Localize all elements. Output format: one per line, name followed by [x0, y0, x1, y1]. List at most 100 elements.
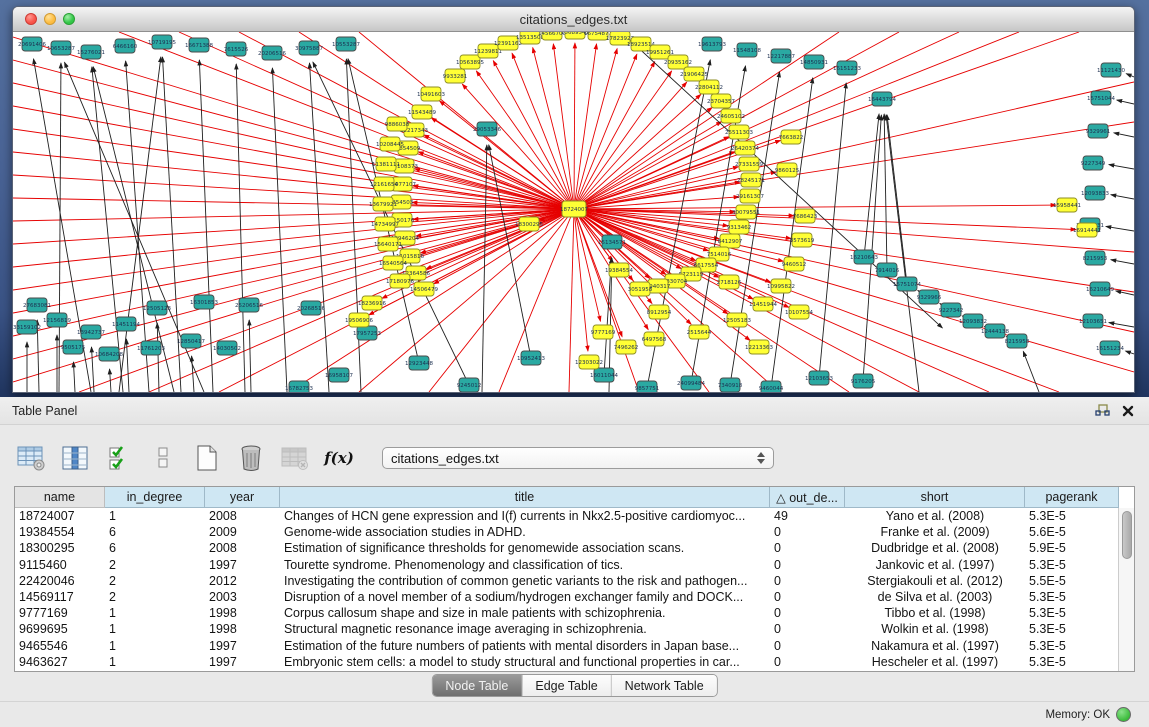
graph-node[interactable]: 12103651	[1079, 314, 1107, 328]
graph-node[interactable]: 9857751	[635, 381, 660, 392]
network-canvas[interactable]: 2069140610653287152760216466160107191951…	[13, 32, 1134, 392]
graph-node[interactable]: 24605102	[717, 109, 745, 123]
cell[interactable]: 2012	[205, 573, 280, 589]
cell[interactable]: 5.6E-5	[1025, 524, 1119, 540]
graph-node[interactable]: 9329961	[1086, 124, 1111, 138]
cell[interactable]: 9463627	[15, 654, 105, 670]
table-row[interactable]: 946554611997Estimation of the future num…	[15, 638, 1134, 654]
table-row[interactable]: 2242004622012Investigating the contribut…	[15, 573, 1134, 589]
graph-node[interactable]: 9227342	[939, 303, 964, 317]
graph-node[interactable]: 2718126	[717, 275, 742, 289]
graph-node[interactable]: 3051958	[628, 282, 653, 296]
cell[interactable]: 1	[105, 621, 205, 637]
table-row[interactable]: 1938455462009Genome-wide association stu…	[15, 524, 1134, 540]
memory-status-label[interactable]: Memory: OK	[1045, 709, 1110, 721]
cell[interactable]: Disruption of a novel member of a sodium…	[280, 589, 770, 605]
tab-edge-table[interactable]: Edge Table	[522, 675, 611, 696]
tab-node-table[interactable]: Node Table	[432, 675, 522, 696]
cell[interactable]: 2	[105, 589, 205, 605]
cell[interactable]: 9465546	[15, 638, 105, 654]
cell[interactable]: 0	[770, 524, 845, 540]
graph-node[interactable]: 10719195	[148, 35, 176, 49]
graph-node[interactable]: 8215958	[1005, 334, 1030, 348]
graph-node[interactable]: 11548108	[733, 43, 761, 57]
graph-node[interactable]: 12444138	[981, 324, 1009, 338]
graph-node[interactable]: 16540564	[379, 256, 407, 270]
graph-node[interactable]: 12217887	[767, 49, 795, 63]
graph-node[interactable]: 12850417	[177, 334, 205, 348]
cell[interactable]: Stergiakouli et al. (2012)	[845, 573, 1025, 589]
cell[interactable]: 18300295	[15, 540, 105, 556]
graph-node[interactable]: 16011044	[590, 368, 618, 382]
cell[interactable]: 1997	[205, 638, 280, 654]
cell[interactable]: 2	[105, 573, 205, 589]
graph-node[interactable]: 10684208	[95, 347, 123, 361]
graph-node[interactable]: 12213363	[745, 340, 773, 354]
graph-node[interactable]: 7615526	[224, 42, 249, 56]
cell[interactable]: Estimation of significance thresholds fo…	[280, 540, 770, 556]
graph-node[interactable]: 10952413	[517, 351, 545, 365]
cell[interactable]: 2008	[205, 508, 280, 524]
cell[interactable]: Genome-wide association studies in ADHD.	[280, 524, 770, 540]
cell[interactable]: Nakamura et al. (1997)	[845, 638, 1025, 654]
graph-node[interactable]: 9933281	[443, 69, 468, 83]
cell[interactable]: 5.3E-5	[1025, 638, 1119, 654]
graph-node[interactable]: 30975887	[295, 41, 323, 55]
select-all-checks-icon[interactable]	[104, 443, 134, 473]
graph-node[interactable]: 14506479	[410, 282, 438, 296]
cell[interactable]: 5.3E-5	[1025, 508, 1119, 524]
cell[interactable]: de Silva et al. (2003)	[845, 589, 1025, 605]
graph-node[interactable]: 20206516	[258, 46, 286, 60]
graph-node[interactable]: 15751044	[1087, 91, 1115, 105]
graph-node[interactable]: 9227349	[1081, 156, 1106, 170]
graph-node[interactable]: 10553287	[332, 37, 360, 51]
graph-node[interactable]: 16782753	[285, 381, 313, 392]
graph-node[interactable]: 24099484	[677, 376, 705, 390]
float-panel-icon[interactable]	[1093, 403, 1111, 419]
graph-node[interactable]: 13942737	[77, 325, 105, 339]
graph-node[interactable]: 16210649	[1086, 282, 1114, 296]
cell[interactable]: 49	[770, 508, 845, 524]
cell[interactable]: 2009	[205, 524, 280, 540]
cell[interactable]: Corpus callosum shape and size in male p…	[280, 605, 770, 621]
graph-node[interactable]: 7496262	[614, 340, 639, 354]
graph-node[interactable]: 9777169	[591, 325, 616, 339]
cell[interactable]: 5.3E-5	[1025, 654, 1119, 670]
cell[interactable]: 2	[105, 557, 205, 573]
graph-node[interactable]: 20268516	[297, 301, 325, 315]
graph-node[interactable]: 10995822	[767, 279, 795, 293]
table-mode-icon[interactable]	[16, 443, 46, 473]
cell[interactable]: 0	[770, 605, 845, 621]
cell[interactable]: Changes of HCN gene expression and I(f) …	[280, 508, 770, 524]
cell[interactable]: 2008	[205, 540, 280, 556]
cell[interactable]: 9699695	[15, 621, 105, 637]
graph-node[interactable]: 9329966	[917, 290, 942, 304]
cell[interactable]: 1998	[205, 621, 280, 637]
graph-node[interactable]: 26420374	[731, 141, 759, 155]
graph-node[interactable]: 15134571	[598, 235, 626, 249]
cell[interactable]: Hescheler et al. (1997)	[845, 654, 1025, 670]
graph-node[interactable]: 12093833	[1081, 186, 1109, 200]
column-header-name[interactable]: name	[15, 487, 105, 508]
cell[interactable]: 1997	[205, 557, 280, 573]
graph-node[interactable]: 12923448	[405, 356, 433, 370]
graph-node[interactable]: 11451944	[749, 297, 777, 311]
graph-node[interactable]: 7663822	[779, 130, 804, 144]
cell[interactable]: 5.3E-5	[1025, 557, 1119, 573]
graph-node[interactable]: 14850931	[800, 55, 828, 69]
graph-node[interactable]: 13679921	[369, 197, 397, 211]
cell[interactable]: 6	[105, 524, 205, 540]
cell[interactable]: Structural magnetic resonance image aver…	[280, 621, 770, 637]
cell[interactable]: 2003	[205, 589, 280, 605]
graph-node[interactable]: 12103653	[805, 371, 833, 385]
graph-node[interactable]: 12505183	[723, 313, 751, 327]
graph-node[interactable]: 19613793	[698, 37, 726, 51]
cell[interactable]: Jankovic et al. (1997)	[845, 557, 1025, 573]
graph-node[interactable]: 11381111	[372, 157, 400, 171]
delete-table-icon[interactable]	[280, 443, 310, 473]
graph-node[interactable]: 7914016	[875, 263, 900, 277]
graph-node[interactable]: 12161654	[370, 177, 398, 191]
graph-node[interactable]: 9886038	[385, 117, 410, 131]
graph-node[interactable]: 12093832	[959, 314, 987, 328]
table-row[interactable]: 1456911722003Disruption of a novel membe…	[15, 589, 1134, 605]
